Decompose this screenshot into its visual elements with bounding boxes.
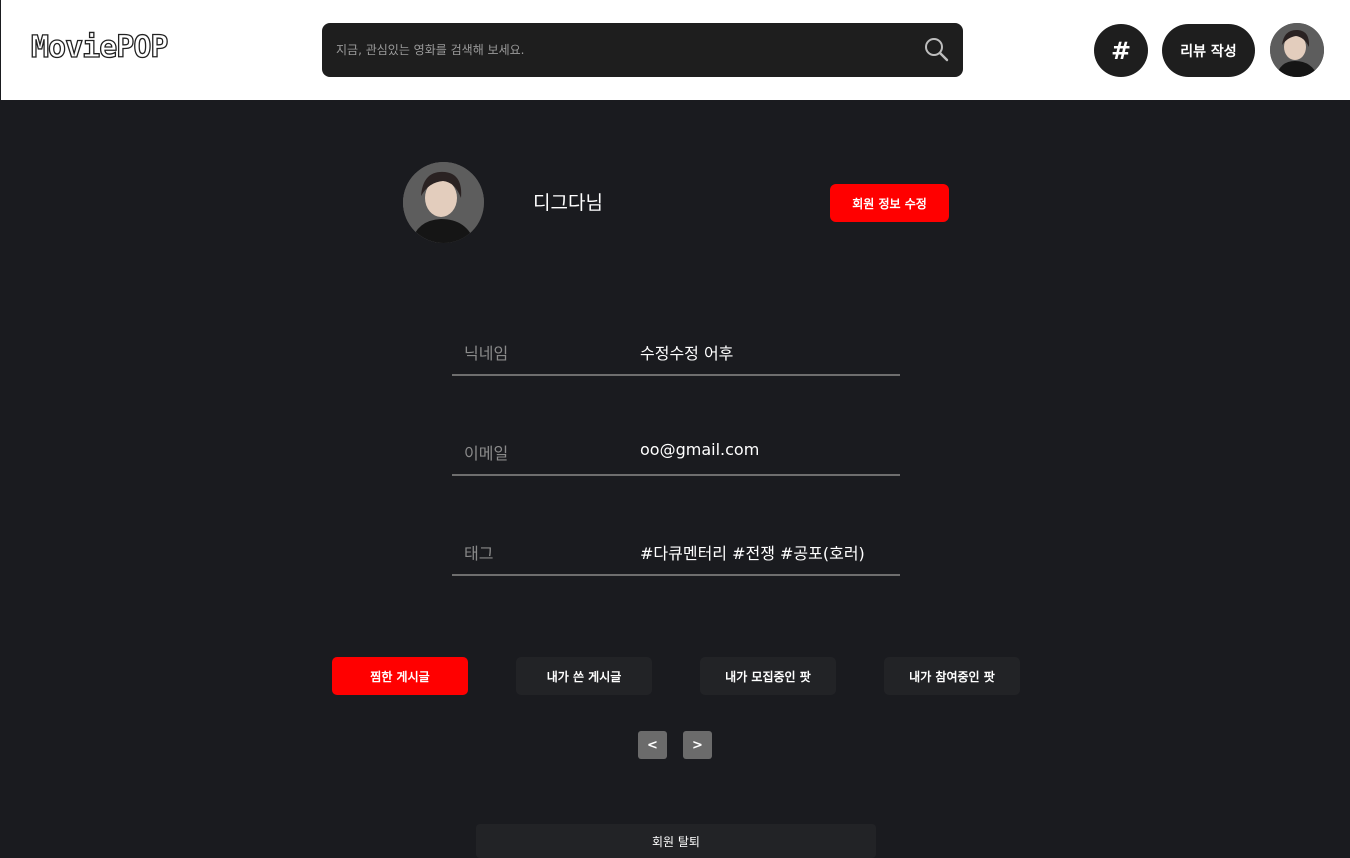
nickname-label: 닉네임: [464, 344, 509, 363]
tag-field: 태그 #다큐멘터리 #전쟁 #공포(호러): [452, 526, 900, 576]
tab-my-posts[interactable]: 내가 쓴 게시글: [516, 657, 652, 695]
tag-value: #다큐멘터리 #전쟁 #공포(호러): [640, 544, 865, 563]
tab-joined-parties[interactable]: 내가 참여중인 팟: [884, 657, 1020, 695]
search-input[interactable]: [322, 23, 902, 77]
withdraw-account-button[interactable]: 회원 탈퇴: [476, 824, 876, 858]
next-page-button[interactable]: >: [683, 731, 712, 759]
write-review-button[interactable]: 리뷰 작성: [1162, 24, 1255, 77]
nickname-field: 닉네임 수정수정 어후: [452, 326, 900, 376]
tab-liked-posts[interactable]: 찜한 게시글: [332, 657, 468, 695]
logo[interactable]: MoviePOP: [30, 29, 169, 66]
nickname-value: 수정수정 어후: [640, 344, 734, 363]
prev-page-button[interactable]: <: [638, 731, 667, 759]
search-bar: [322, 23, 963, 77]
edit-profile-button[interactable]: 회원 정보 수정: [830, 184, 949, 222]
email-field: 이메일 oo@gmail.com: [452, 426, 900, 476]
profile-username: 디그다님: [533, 192, 603, 214]
tab-recruiting-parties[interactable]: 내가 모집중인 팟: [700, 657, 836, 695]
email-value: oo@gmail.com: [640, 440, 760, 459]
profile-avatar: [403, 162, 484, 243]
user-avatar[interactable]: [1270, 23, 1324, 77]
hashtag-button[interactable]: #: [1094, 24, 1148, 77]
tag-label: 태그: [464, 544, 494, 563]
top-header: MoviePOP # 리뷰 작성: [0, 0, 1350, 100]
search-icon[interactable]: [923, 36, 949, 62]
email-label: 이메일: [464, 444, 509, 463]
